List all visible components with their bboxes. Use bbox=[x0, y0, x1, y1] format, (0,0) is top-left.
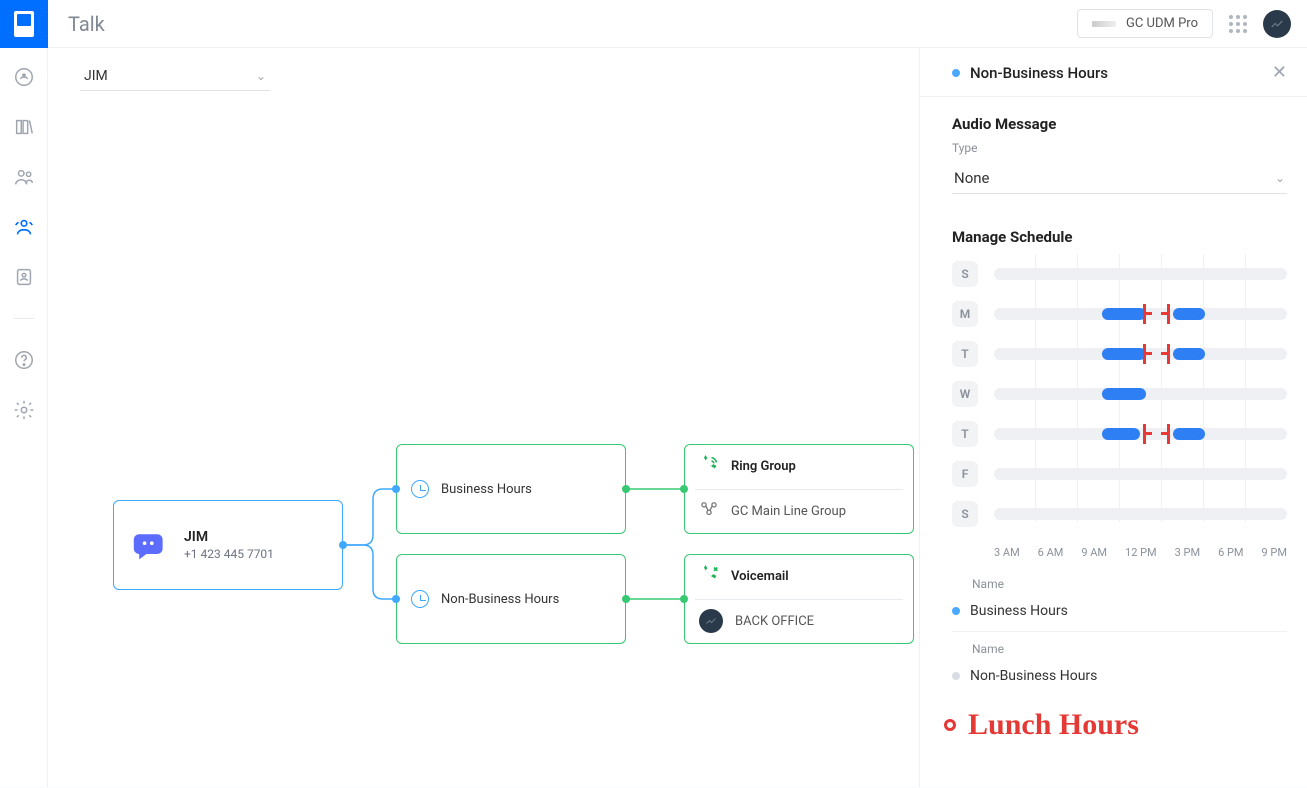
handwritten-bullet bbox=[944, 719, 956, 731]
schedule-track[interactable] bbox=[994, 348, 1287, 360]
bh-label: Business Hours bbox=[441, 482, 532, 497]
voicemail-icon bbox=[699, 565, 719, 589]
schedule-row-W[interactable]: W bbox=[994, 374, 1287, 414]
schedule-row-T2[interactable]: T bbox=[994, 414, 1287, 454]
time-tick: 3 PM bbox=[1175, 546, 1200, 559]
legend-nbh-name: Non-Business Hours bbox=[970, 668, 1097, 684]
time-tick: 6 AM bbox=[1038, 546, 1064, 559]
ring-group-title: Ring Group bbox=[731, 459, 796, 474]
clock-icon bbox=[411, 590, 429, 608]
phone-bubble-icon bbox=[132, 530, 168, 560]
legend-dot-grey bbox=[952, 672, 960, 680]
help-icon[interactable] bbox=[13, 349, 35, 371]
manage-schedule-heading: Manage Schedule bbox=[952, 228, 1287, 246]
panel-title: Non-Business Hours bbox=[970, 64, 1108, 82]
users-icon[interactable] bbox=[13, 166, 35, 188]
schedule-track[interactable] bbox=[994, 388, 1287, 400]
legend-non-business-hours[interactable]: Non-Business Hours bbox=[952, 658, 1287, 696]
voicemail-target: BACK OFFICE bbox=[735, 614, 814, 629]
status-dot bbox=[952, 69, 960, 77]
legend-name-label-1: Name bbox=[972, 577, 1287, 591]
time-tick: 3 AM bbox=[994, 546, 1020, 559]
schedule-track[interactable] bbox=[994, 308, 1287, 320]
legend-business-hours[interactable]: Business Hours bbox=[952, 593, 1287, 632]
type-label: Type bbox=[952, 141, 1287, 155]
app-logo[interactable] bbox=[0, 0, 48, 48]
schedule-editor[interactable]: SMTWTFS 3 AM6 AM9 AM12 PM3 PM6 PM9 PM bbox=[952, 254, 1287, 559]
non-business-hours-node[interactable]: Non-Business Hours bbox=[396, 554, 626, 644]
group-icon bbox=[699, 499, 719, 523]
audio-type-select[interactable]: None ⌄ bbox=[952, 163, 1287, 194]
root-phone: +1 423 445 7701 bbox=[184, 547, 274, 561]
schedule-segment[interactable] bbox=[1173, 308, 1205, 320]
schedule-segment[interactable] bbox=[1102, 388, 1146, 400]
time-tick: 6 PM bbox=[1218, 546, 1243, 559]
lunch-gap-annotation bbox=[1143, 304, 1169, 324]
day-label: F bbox=[952, 461, 978, 487]
schedule-segment[interactable] bbox=[1102, 308, 1146, 320]
contacts-icon[interactable] bbox=[13, 266, 35, 288]
clock-icon bbox=[411, 480, 429, 498]
side-panel: Non-Business Hours ✕ Audio Message Type … bbox=[919, 48, 1307, 787]
handwritten-annotation: Lunch Hours bbox=[944, 708, 1287, 742]
schedule-track[interactable] bbox=[994, 268, 1287, 280]
handwritten-text: Lunch Hours bbox=[968, 708, 1139, 742]
legend-dot-blue bbox=[952, 607, 960, 615]
time-tick: 9 AM bbox=[1081, 546, 1107, 559]
flow-canvas[interactable]: JIM ⌄ JIM +1 423 445 7701 bbox=[48, 48, 919, 787]
ring-group-node[interactable]: Ring Group GC Main Line Group bbox=[684, 444, 914, 534]
legend-name-label-2: Name bbox=[972, 642, 1287, 656]
settings-icon[interactable] bbox=[13, 399, 35, 421]
ring-group-target: GC Main Line Group bbox=[731, 504, 846, 519]
audio-type-value: None bbox=[954, 169, 990, 187]
voicemail-title: Voicemail bbox=[731, 569, 789, 584]
audio-message-heading: Audio Message bbox=[952, 115, 1287, 133]
day-label: M bbox=[952, 301, 978, 327]
user-avatar[interactable] bbox=[1263, 10, 1291, 38]
lunch-gap-annotation bbox=[1143, 424, 1169, 444]
schedule-segment[interactable] bbox=[1102, 428, 1140, 440]
root-title: JIM bbox=[184, 529, 274, 545]
device-label: GC UDM Pro bbox=[1126, 16, 1198, 31]
library-icon[interactable] bbox=[13, 116, 35, 138]
app-header: Talk GC UDM Pro bbox=[0, 0, 1307, 48]
target-avatar bbox=[699, 609, 723, 633]
voicemail-node[interactable]: Voicemail BACK OFFICE bbox=[684, 554, 914, 644]
dashboard-icon[interactable] bbox=[13, 66, 35, 88]
day-label: W bbox=[952, 381, 978, 407]
schedule-track[interactable] bbox=[994, 468, 1287, 480]
chevron-down-icon: ⌄ bbox=[1275, 171, 1285, 185]
schedule-row-M[interactable]: M bbox=[994, 294, 1287, 334]
sidebar bbox=[0, 48, 48, 787]
flow-root-node[interactable]: JIM +1 423 445 7701 bbox=[113, 500, 343, 590]
day-label: S bbox=[952, 501, 978, 527]
call-flow-icon[interactable] bbox=[13, 216, 35, 238]
ring-group-icon bbox=[699, 455, 719, 479]
schedule-track[interactable] bbox=[994, 508, 1287, 520]
legend-bh-name: Business Hours bbox=[970, 603, 1068, 619]
device-selector[interactable]: GC UDM Pro bbox=[1077, 9, 1213, 38]
business-hours-node[interactable]: Business Hours bbox=[396, 444, 626, 534]
nbh-label: Non-Business Hours bbox=[441, 592, 559, 607]
lunch-gap-annotation bbox=[1143, 344, 1169, 364]
day-label: T bbox=[952, 341, 978, 367]
schedule-track[interactable] bbox=[994, 428, 1287, 440]
time-tick: 12 PM bbox=[1125, 546, 1157, 559]
apps-grid-icon[interactable] bbox=[1229, 15, 1247, 33]
time-tick: 9 PM bbox=[1262, 546, 1287, 559]
day-label: T bbox=[952, 421, 978, 447]
schedule-row-S0[interactable]: S bbox=[994, 254, 1287, 294]
schedule-row-S1[interactable]: S bbox=[994, 494, 1287, 534]
schedule-segment[interactable] bbox=[1102, 348, 1146, 360]
day-label: S bbox=[952, 261, 978, 287]
schedule-segment[interactable] bbox=[1173, 348, 1205, 360]
close-icon[interactable]: ✕ bbox=[1272, 64, 1287, 82]
device-icon bbox=[1092, 21, 1116, 27]
schedule-row-F[interactable]: F bbox=[994, 454, 1287, 494]
schedule-segment[interactable] bbox=[1173, 428, 1205, 440]
app-title: Talk bbox=[68, 12, 105, 36]
schedule-row-T1[interactable]: T bbox=[994, 334, 1287, 374]
